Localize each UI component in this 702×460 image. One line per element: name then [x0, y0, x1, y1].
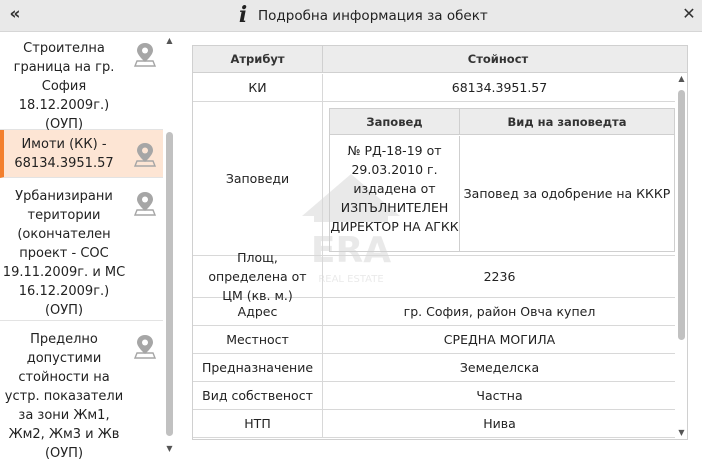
double-chevron-left-icon[interactable]: « [4, 4, 26, 24]
row-val-ntp: Нива [483, 416, 516, 431]
scroll-up-icon[interactable]: ▲ [676, 74, 687, 84]
scroll-down-icon[interactable]: ▼ [164, 444, 175, 454]
table-header: Атрибут Стойност [193, 46, 687, 73]
scroll-down-icon[interactable]: ▼ [676, 428, 687, 438]
table-row: НТП Нива [193, 410, 675, 438]
subtable-cell-order: № РД-18-19 от 29.03.2010 г. издадена от … [330, 136, 460, 251]
table-row: Площ, определена от ЦМ (кв. м.) 2236 [193, 250, 675, 303]
row-attr-locality: Местност [193, 326, 323, 353]
map-pin-icon[interactable] [134, 190, 156, 216]
row-attr-ownership: Вид собственост [193, 382, 323, 409]
map-pin-icon[interactable] [134, 41, 156, 67]
row-val-ownership: Частна [476, 388, 523, 403]
row-attr-ntp: НТП [193, 410, 323, 437]
info-icon: i [238, 2, 248, 28]
subtable-header-order-type: Вид на заповедта [460, 109, 674, 135]
sidebar-item-label: Урбанизирани територии (окончателен прое… [2, 189, 126, 318]
attribute-table: Атрибут Стойност КИ 68134.3951.57 Запове… [192, 45, 688, 440]
row-val-address: гр. София, район Овча купел [403, 304, 596, 319]
sidebar-scrollbar-thumb[interactable] [166, 132, 173, 436]
title-bar: « i Подробна информация за обект ✕ [0, 0, 702, 32]
sidebar-item-properties[interactable]: Имоти (КК) - 68134.3951.57 [0, 130, 163, 178]
table-row: Вид собственост Частна [193, 382, 675, 410]
sidebar-item-label: Строителна граница на гр. София 18.12.20… [13, 41, 115, 132]
row-val-purpose: Земеделска [459, 360, 540, 375]
table-row: Адрес гр. София, район Овча купел [193, 298, 675, 326]
row-attr-purpose: Предназначение [193, 354, 323, 381]
sidebar-scrollbar[interactable]: ▲ ▼ [164, 36, 175, 456]
table-row: Предназначение Земеделска [193, 354, 675, 382]
row-attr-address: Адрес [193, 298, 323, 325]
subtable-header-order: Заповед [330, 109, 460, 135]
row-attr-ki: КИ [193, 74, 323, 101]
close-icon[interactable]: ✕ [680, 4, 698, 24]
map-pin-icon[interactable] [134, 141, 156, 167]
row-val-ki: 68134.3951.57 [451, 80, 548, 95]
table-scrollbar[interactable]: ▲ ▼ [676, 74, 687, 439]
sidebar-item-construction-boundary[interactable]: Строителна граница на гр. София 18.12.20… [0, 33, 163, 132]
table-row-orders: Заповеди Заповед Вид на заповедта № РД-1… [193, 102, 675, 256]
orders-subtable: Заповед Вид на заповедта № РД-18-19 от 2… [329, 108, 675, 252]
subtable-cell-order-type: Заповед за одобрение на КККР [463, 186, 671, 201]
column-header-value: Стойност [467, 52, 529, 66]
sidebar: Строителна граница на гр. София 18.12.20… [0, 33, 177, 460]
sidebar-item-label: Имоти (КК) - 68134.3951.57 [14, 137, 114, 171]
row-attr-area: Площ, определена от ЦМ (кв. м.) [193, 250, 323, 303]
row-val-locality: СРЕДНА МОГИЛА [443, 332, 556, 347]
map-pin-icon[interactable] [134, 333, 156, 359]
sidebar-item-label: Пределно допустими стойности на устр. по… [4, 332, 124, 460]
table-row: КИ 68134.3951.57 [193, 74, 675, 102]
sidebar-item-max-values[interactable]: Пределно допустими стойности на устр. по… [0, 321, 163, 460]
column-header-attribute: Атрибут [193, 46, 323, 73]
row-attr-orders: Заповеди [193, 102, 323, 255]
sidebar-item-urbanized-areas[interactable]: Урбанизирани територии (окончателен прое… [0, 178, 163, 321]
window-title: Подробна информация за обект [258, 8, 488, 24]
scroll-up-icon[interactable]: ▲ [164, 36, 175, 46]
table-scrollbar-thumb[interactable] [678, 90, 685, 340]
row-val-area: 2236 [483, 269, 516, 284]
table-row: Местност СРЕДНА МОГИЛА [193, 326, 675, 354]
